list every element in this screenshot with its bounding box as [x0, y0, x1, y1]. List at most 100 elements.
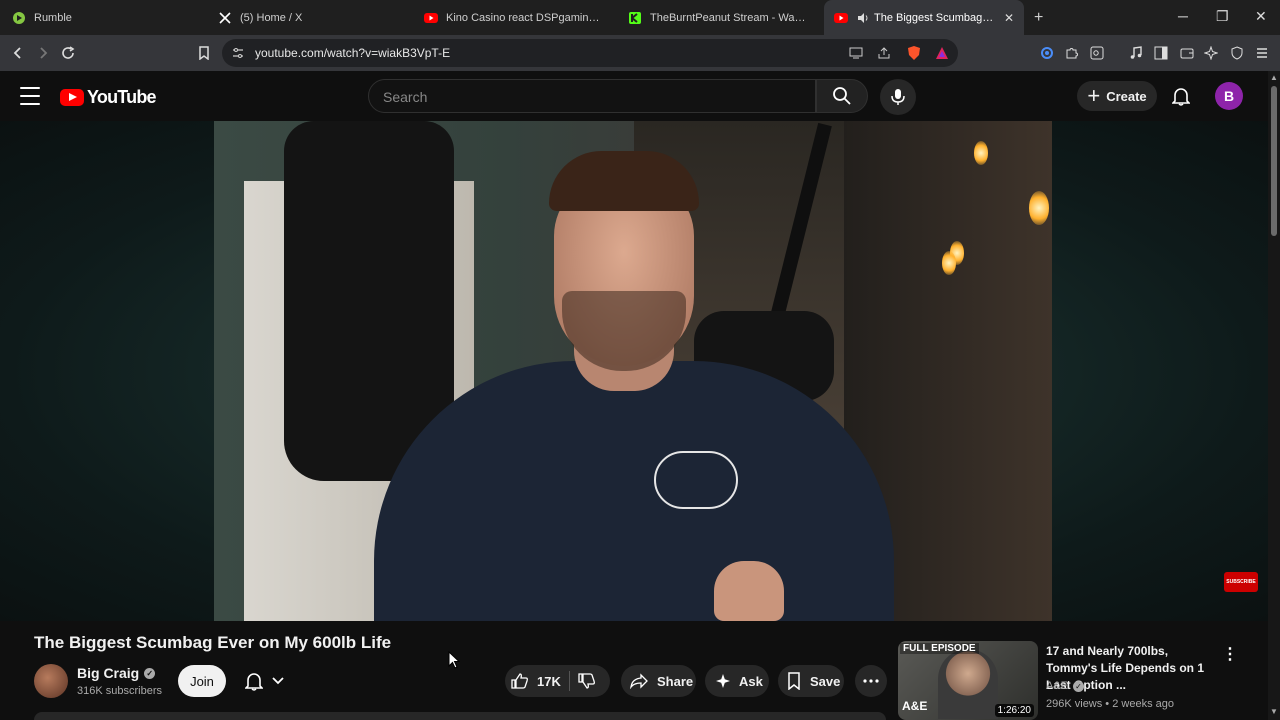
scroll-up-icon[interactable]: ▲ [1270, 73, 1278, 82]
tab-rumble[interactable]: Rumble [2, 0, 202, 35]
channel-avatar[interactable] [34, 664, 68, 698]
tab-active-video[interactable]: The Biggest Scumbag Ever on ✕ [824, 0, 1024, 35]
share-icon [630, 673, 648, 689]
tab-title: (5) Home / X [240, 11, 303, 24]
scroll-down-icon[interactable]: ▼ [1270, 707, 1278, 716]
bell-icon [244, 673, 263, 691]
sparkle-icon [716, 674, 730, 688]
browser-menu-icon[interactable] [1254, 45, 1270, 61]
account-avatar[interactable]: B [1215, 82, 1243, 110]
leo-ai-icon[interactable] [1203, 45, 1219, 61]
channel-name[interactable]: Big Craig [77, 665, 139, 681]
extensions-puzzle-icon[interactable] [1064, 45, 1080, 61]
microphone-icon [891, 89, 905, 105]
new-tab-button[interactable]: + [1034, 9, 1043, 27]
wallet-icon[interactable] [1179, 45, 1195, 61]
like-count[interactable]: 17K [537, 674, 561, 689]
x-icon [218, 11, 232, 25]
vpn-shield-icon[interactable] [1229, 45, 1245, 61]
channel-name-row[interactable]: Big Craig ✓ [77, 665, 156, 681]
youtube-logo[interactable]: YouTube [60, 87, 157, 108]
subscriber-count: 316K subscribers [77, 685, 162, 697]
bookmark-icon[interactable] [194, 43, 214, 63]
video-frame-shirt-logo [654, 451, 738, 509]
close-tab-icon[interactable]: ✕ [1004, 11, 1014, 25]
youtube-play-icon [60, 89, 84, 106]
share-label: Share [657, 673, 694, 689]
video-frame-lamp [942, 251, 956, 275]
browser-toolbar: youtube.com/watch?v=wiakB3VpT-E [0, 35, 1280, 71]
recommended-channel-name[interactable]: A&E [1046, 680, 1068, 692]
forward-icon[interactable] [33, 43, 53, 63]
recommended-video-thumbnail[interactable]: FULL EPISODE A&E 1:26:20 [898, 641, 1038, 720]
thumbnail-person [938, 649, 998, 719]
more-horizontal-icon [863, 679, 879, 683]
minimize-icon[interactable]: ─ [1178, 8, 1188, 24]
logo-text: YouTube [87, 87, 157, 107]
more-actions-button[interactable] [855, 665, 887, 697]
page-scrollbar[interactable]: ▲ ▼ [1268, 71, 1280, 720]
brave-shields-icon[interactable] [906, 45, 922, 61]
bookmark-save-icon [788, 672, 800, 690]
restore-icon[interactable]: ❐ [1216, 8, 1229, 25]
tab-title: Kino Casino react DSPgamings W [446, 11, 604, 24]
video-frame-lamp [974, 141, 988, 165]
like-divider [568, 671, 570, 691]
scrollbar-thumb[interactable] [1271, 86, 1277, 236]
like-icon[interactable] [511, 672, 529, 690]
ask-button[interactable]: Ask [705, 665, 769, 697]
tab-title: TheBurntPeanut Stream - Watch Live [650, 11, 808, 24]
thumbnail-brand: A&E [902, 699, 928, 713]
recommended-channel-row[interactable]: A&E ✓ [1046, 680, 1085, 692]
thumbnail-label: FULL EPISODE [900, 643, 979, 654]
mouse-cursor-icon [448, 650, 461, 674]
extension-icon[interactable] [1039, 45, 1055, 61]
site-settings-icon[interactable] [230, 45, 246, 61]
tab-kick-stream[interactable]: TheBurntPeanut Stream - Watch Live [618, 0, 818, 35]
rumble-icon [12, 11, 26, 25]
recommended-more-icon[interactable]: ⋮ [1222, 644, 1238, 664]
sidebar-icon[interactable] [1153, 45, 1169, 61]
share-button[interactable]: Share [621, 665, 696, 697]
save-label: Save [810, 673, 841, 689]
plus-icon: + [1087, 83, 1101, 108]
close-window-icon[interactable]: ✕ [1255, 8, 1267, 25]
media-music-icon[interactable] [1128, 45, 1144, 61]
description-box-edge[interactable] [34, 712, 886, 720]
youtube-masthead: YouTube Search + Create B [0, 71, 1280, 121]
video-frame-hand [714, 561, 784, 621]
kick-icon [628, 11, 642, 25]
tab-title: The Biggest Scumbag Ever on [874, 11, 996, 24]
search-placeholder: Search [383, 89, 428, 105]
address-bar[interactable]: youtube.com/watch?v=wiakB3VpT-E [222, 39, 958, 67]
tab-kino-casino[interactable]: Kino Casino react DSPgamings W [414, 0, 614, 35]
share-page-icon[interactable] [876, 45, 892, 61]
subscribe-watermark[interactable]: SUBSCRIBE [1224, 572, 1258, 592]
video-duration: 1:26:20 [994, 704, 1034, 717]
search-input[interactable]: Search [368, 79, 816, 113]
guide-menu-icon[interactable] [20, 87, 40, 105]
join-button[interactable]: Join [178, 665, 226, 697]
search-button[interactable] [816, 79, 868, 113]
chevron-down-icon [271, 677, 284, 685]
brave-rewards-icon[interactable] [934, 45, 950, 61]
cast-icon[interactable] [848, 45, 864, 61]
back-icon[interactable] [8, 43, 28, 63]
notifications-bell-icon[interactable] [1170, 85, 1192, 107]
voice-search-button[interactable] [880, 79, 916, 115]
tab-title: Rumble [34, 11, 72, 24]
youtube-icon [424, 11, 438, 25]
like-dislike-group: 17K [505, 665, 610, 697]
speaker-icon[interactable] [856, 11, 870, 25]
subscription-notifications-button[interactable] [234, 665, 294, 697]
create-button[interactable]: + Create [1077, 81, 1157, 111]
tab-search-icon[interactable] [1089, 45, 1105, 61]
video-player[interactable] [214, 121, 1052, 621]
video-frame-person-hair [549, 151, 699, 211]
tab-x-home[interactable]: (5) Home / X [208, 0, 408, 35]
recommended-video-meta: 296K views • 2 weeks ago [1046, 698, 1174, 710]
url-text: youtube.com/watch?v=wiakB3VpT-E [255, 46, 451, 60]
reload-icon[interactable] [58, 43, 78, 63]
dislike-icon[interactable] [578, 672, 596, 690]
save-button[interactable]: Save [778, 665, 844, 697]
